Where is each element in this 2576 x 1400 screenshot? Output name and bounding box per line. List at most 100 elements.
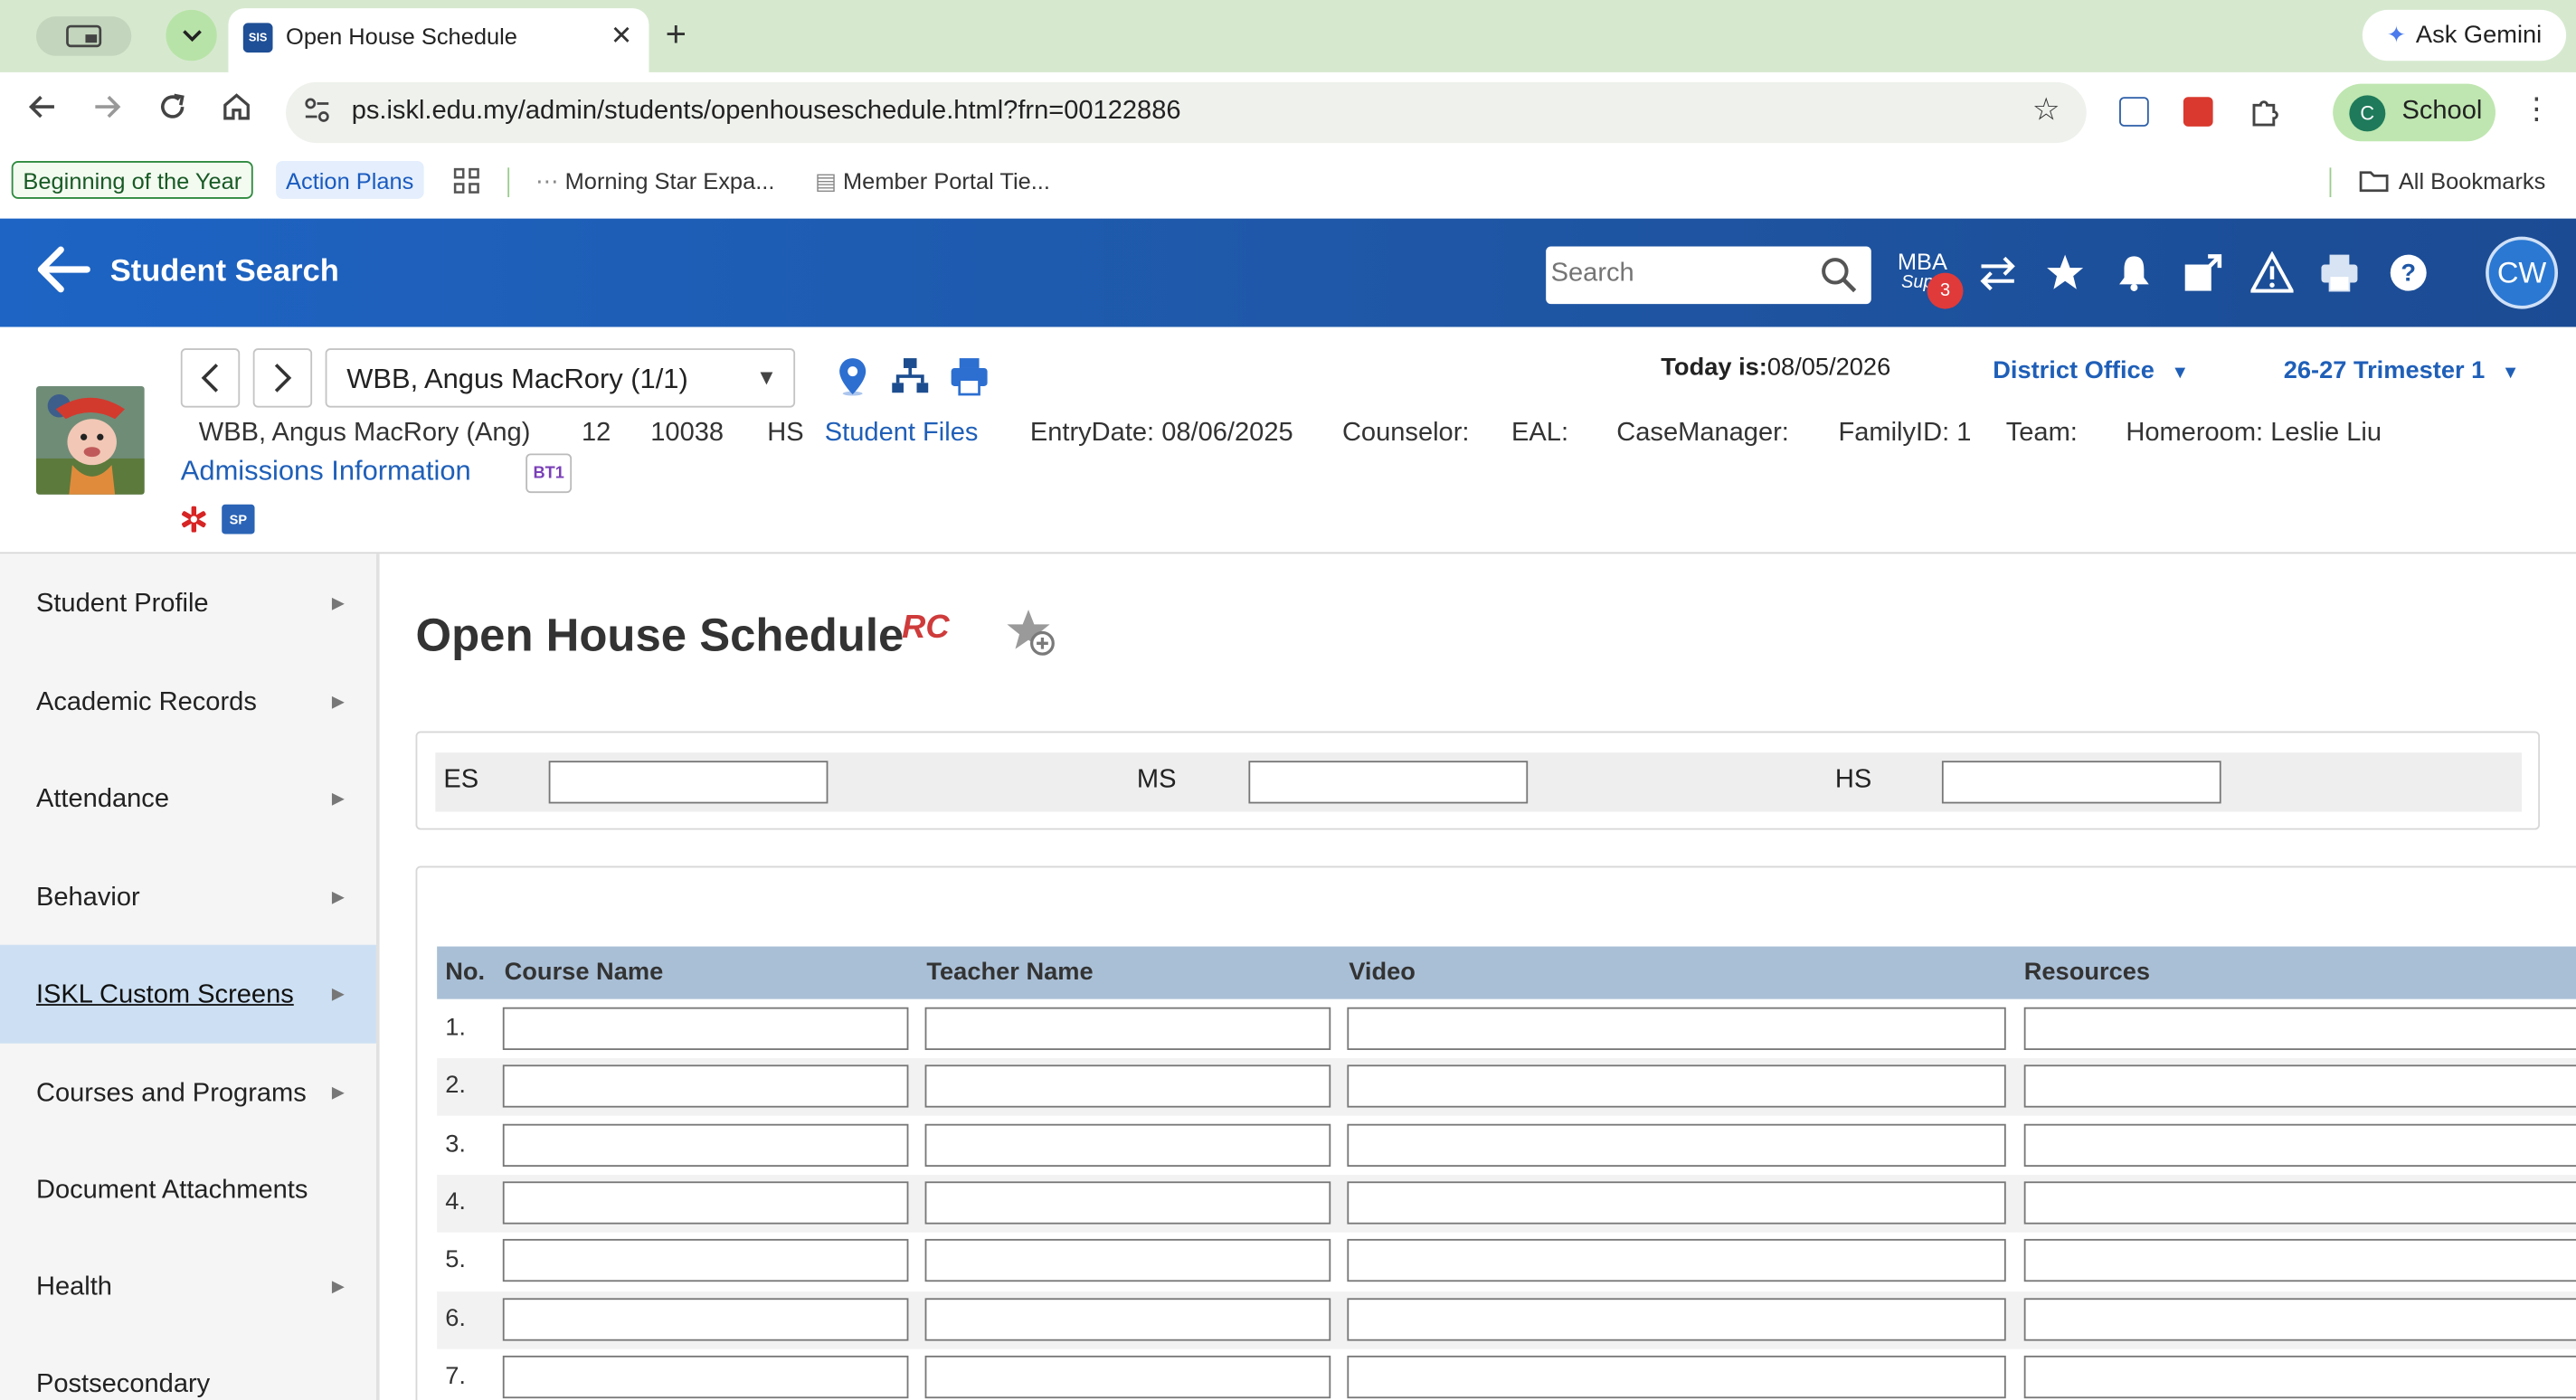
bookmark-action-plans[interactable]: Action Plans [276,161,424,199]
student-search-link[interactable]: Student Search [110,255,339,291]
browser-tab-strip: SIS Open House Schedule ✕ + ✦ Ask Gemini [0,0,2576,72]
tab-search-button[interactable] [35,16,132,56]
video-input[interactable] [1347,1064,2006,1109]
bookmark-star-icon[interactable]: ☆ [2032,92,2060,130]
student-selector-dropdown[interactable]: WBB, Angus MacRory (1/1) ▼ [325,348,796,408]
district-office-dropdown[interactable]: District Office ▼ [1993,356,2189,384]
course-name-input[interactable] [502,1239,909,1282]
apps-grid-icon[interactable] [453,167,479,200]
back-to-search-arrow-icon[interactable] [34,243,90,304]
video-input[interactable] [1347,1239,2006,1282]
teacher-name-input[interactable] [924,1181,1331,1225]
next-student-button[interactable] [252,348,313,408]
print-icon[interactable] [2318,251,2361,294]
bell-icon[interactable] [2113,251,2155,294]
sidebar-item-attendance[interactable]: Attendance ▶ [0,750,376,845]
es-input[interactable] [548,761,829,804]
bookmark-beginning-of-year[interactable]: Beginning of the Year [11,161,253,199]
video-input[interactable] [1347,1297,2006,1340]
video-input[interactable] [1347,1123,2006,1167]
sidebar-item-health[interactable]: Health ▶ [0,1237,376,1332]
resources-input[interactable] [2023,1064,2576,1109]
reload-button[interactable] [153,92,193,132]
teacher-name-input[interactable] [924,1064,1331,1109]
close-tab-icon[interactable]: ✕ [611,20,632,52]
ask-gemini-button[interactable]: ✦ Ask Gemini [2362,9,2567,61]
video-input[interactable] [1347,1007,2006,1050]
search-input[interactable] [1550,256,1814,293]
table-row: 5. [437,1233,2576,1291]
switch-icon[interactable] [1976,251,2019,294]
teacher-name-input[interactable] [924,1123,1331,1167]
previous-student-button[interactable] [180,348,241,408]
teacher-name-input[interactable] [924,1007,1331,1050]
profile-button[interactable]: C School [2333,83,2496,142]
print-icon[interactable] [950,356,990,396]
search-icon[interactable] [1819,255,1859,295]
hs-input[interactable] [1941,761,2221,804]
external-link-icon[interactable] [2182,251,2224,294]
admissions-information-link[interactable]: Admissions Information [181,455,471,487]
resources-input[interactable] [2023,1181,2576,1225]
table-row: 3. [437,1117,2576,1175]
course-name-input[interactable] [502,1355,909,1398]
sidebar-item-student-profile[interactable]: Student Profile ▶ [0,553,376,648]
medical-icon[interactable] [181,506,207,533]
sidebar-item-courses-and-programs[interactable]: Courses and Programs ▶ [0,1044,376,1139]
extension-upload-icon[interactable] [2119,97,2149,127]
tab-list-dropdown[interactable] [166,9,217,61]
sidebar-item-academic-records[interactable]: Academic Records ▶ [0,652,376,747]
resources-input[interactable] [2023,1123,2576,1167]
new-tab-button[interactable]: + [666,14,687,54]
ms-input[interactable] [1248,761,1529,804]
back-button[interactable] [23,92,62,132]
hierarchy-icon[interactable] [890,356,930,396]
extension-todoist-icon[interactable] [2183,97,2213,127]
alert-icon[interactable] [2250,251,2294,294]
address-bar[interactable]: ps.iskl.edu.my/admin/students/openhouses… [286,81,2087,144]
term-dropdown[interactable]: 26-27 Trimester 1 ▼ [2284,356,2520,384]
browser-tab-active[interactable]: SIS Open House Schedule ✕ [228,8,649,72]
bt1-badge[interactable]: BT1 [526,453,573,494]
teacher-name-input[interactable] [924,1355,1331,1398]
teacher-name-input[interactable] [924,1239,1331,1282]
forward-button[interactable] [87,92,127,132]
bookmark-morning-star[interactable]: ⋯ Morning Star Expa... [535,167,774,195]
table-row: 1. [437,1000,2576,1058]
bookmark-member-portal[interactable]: ▤ Member Portal Tie... [815,167,1050,195]
caret-right-icon: ▶ [331,1278,345,1297]
home-button[interactable] [217,92,257,132]
special-program-badge[interactable]: SP [222,504,255,534]
rc-badge: RC [902,610,950,647]
help-icon[interactable]: ? [2387,251,2429,294]
site-settings-icon[interactable] [304,97,330,123]
course-name-input[interactable] [502,1297,909,1340]
resources-input[interactable] [2023,1239,2576,1282]
course-name-input[interactable] [502,1181,909,1225]
notification-count-badge: 3 [1927,272,1964,309]
course-name-input[interactable] [502,1064,909,1109]
browser-menu-icon[interactable]: ⋮ [2522,92,2552,127]
extensions-puzzle-icon[interactable] [2249,95,2279,127]
app-search-box[interactable] [1546,246,1871,305]
course-name-input[interactable] [502,1123,909,1167]
sidebar-item-iskl-custom-screens[interactable]: ISKL Custom Screens ▶ [0,944,376,1044]
column-header-resources: Resources [2023,958,2151,987]
user-avatar[interactable]: CW [2486,236,2559,309]
location-pin-icon[interactable] [833,356,873,396]
resources-input[interactable] [2023,1355,2576,1398]
student-files-link[interactable]: Student Files [825,419,979,449]
resources-input[interactable] [2023,1297,2576,1340]
video-input[interactable] [1347,1355,2006,1398]
course-name-input[interactable] [502,1007,909,1050]
sidebar-item-document-attachments[interactable]: Document Attachments [0,1140,376,1235]
sidebar-item-behavior[interactable]: Behavior ▶ [0,848,376,943]
favorite-star-icon[interactable] [1006,606,1058,658]
teacher-name-input[interactable] [924,1297,1331,1340]
video-input[interactable] [1347,1181,2006,1225]
sidebar-item-postsecondary[interactable]: Postsecondary [0,1334,376,1400]
resources-input[interactable] [2023,1007,2576,1050]
term-label: 26-27 Trimester 1 [2283,356,2486,385]
all-bookmarks-button[interactable]: All Bookmarks [2359,167,2545,194]
star-icon[interactable] [2044,251,2087,294]
